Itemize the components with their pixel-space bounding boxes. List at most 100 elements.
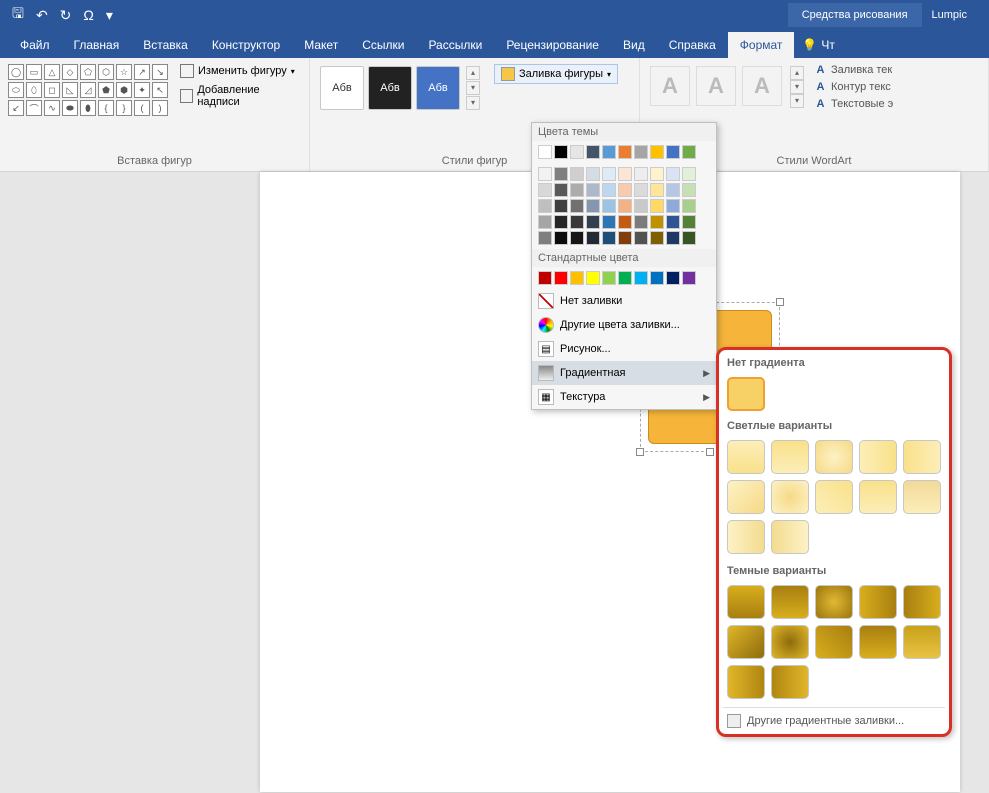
no-gradient-swatch[interactable] xyxy=(727,377,765,411)
gradient-swatch[interactable] xyxy=(727,440,765,474)
color-swatch[interactable] xyxy=(570,215,584,229)
shape-thumb[interactable]: ↖ xyxy=(152,82,168,98)
more-gradients-item[interactable]: Другие градиентные заливки... xyxy=(723,707,945,730)
shape-thumb[interactable]: △ xyxy=(44,64,60,80)
color-swatch[interactable] xyxy=(586,167,600,181)
color-swatch[interactable] xyxy=(650,231,664,245)
edit-shape-button[interactable]: Изменить фигуру ▾ xyxy=(176,62,303,80)
shape-thumb[interactable]: ✦ xyxy=(134,82,150,98)
scroll-up-icon[interactable]: ▴ xyxy=(466,66,480,80)
style-swatch[interactable]: Абв xyxy=(416,66,460,110)
color-swatch[interactable] xyxy=(618,199,632,213)
tab-view[interactable]: Вид xyxy=(611,32,657,58)
color-swatch[interactable] xyxy=(538,199,552,213)
shape-thumb[interactable]: ◻ xyxy=(44,82,60,98)
color-swatch[interactable] xyxy=(666,271,680,285)
tab-mailings[interactable]: Рассылки xyxy=(416,32,494,58)
color-swatch[interactable] xyxy=(586,231,600,245)
gradient-swatch[interactable] xyxy=(815,585,853,619)
shape-thumb[interactable]: ⬢ xyxy=(116,82,132,98)
wordart-swatch[interactable]: A xyxy=(650,66,690,106)
tab-insert[interactable]: Вставка xyxy=(131,32,200,58)
shape-styles-gallery[interactable]: Абв Абв Абв ▴ ▾ ▾ xyxy=(316,62,484,114)
color-swatch[interactable] xyxy=(538,183,552,197)
color-swatch[interactable] xyxy=(570,183,584,197)
shape-thumb[interactable]: ⬬ xyxy=(62,100,78,116)
color-swatch[interactable] xyxy=(650,215,664,229)
color-swatch[interactable] xyxy=(570,145,584,159)
color-swatch[interactable] xyxy=(586,199,600,213)
gradient-swatch[interactable] xyxy=(727,520,765,554)
color-swatch[interactable] xyxy=(650,183,664,197)
color-swatch[interactable] xyxy=(554,145,568,159)
color-swatch[interactable] xyxy=(666,215,680,229)
gradient-swatch[interactable] xyxy=(859,440,897,474)
color-swatch[interactable] xyxy=(570,199,584,213)
color-swatch[interactable] xyxy=(682,199,696,213)
color-swatch[interactable] xyxy=(618,167,632,181)
tell-me-search[interactable]: 💡 Чт xyxy=(794,32,842,58)
resize-handle[interactable] xyxy=(776,298,784,306)
color-swatch[interactable] xyxy=(554,215,568,229)
color-swatch[interactable] xyxy=(666,183,680,197)
resize-handle[interactable] xyxy=(706,448,714,456)
color-swatch[interactable] xyxy=(538,145,552,159)
color-swatch[interactable] xyxy=(618,231,632,245)
text-box-button[interactable]: Добавление надписи xyxy=(176,82,303,110)
shape-thumb[interactable]: ↗ xyxy=(134,64,150,80)
color-swatch[interactable] xyxy=(618,271,632,285)
color-swatch[interactable] xyxy=(602,231,616,245)
color-swatch[interactable] xyxy=(666,167,680,181)
qat-customize-icon[interactable]: ▾ xyxy=(106,7,113,24)
color-swatch[interactable] xyxy=(634,167,648,181)
color-swatch[interactable] xyxy=(538,231,552,245)
gallery-scroll[interactable]: ▴ ▾ ▾ xyxy=(466,66,480,110)
shape-thumb[interactable]: ⬭ xyxy=(8,82,24,98)
tab-review[interactable]: Рецензирование xyxy=(494,32,611,58)
color-swatch[interactable] xyxy=(570,271,584,285)
gradient-swatch[interactable] xyxy=(815,480,853,514)
shape-thumb[interactable]: ◇ xyxy=(62,64,78,80)
color-swatch[interactable] xyxy=(682,271,696,285)
color-swatch[interactable] xyxy=(682,231,696,245)
wordart-gallery[interactable]: A A A ▴ ▾ ▾ xyxy=(646,62,808,112)
gradient-swatch[interactable] xyxy=(727,480,765,514)
gradient-swatch[interactable] xyxy=(771,480,809,514)
redo-icon[interactable]: ↻ xyxy=(60,7,72,24)
gradient-swatch[interactable] xyxy=(903,625,941,659)
shape-thumb[interactable]: ⬮ xyxy=(80,100,96,116)
gradient-swatch[interactable] xyxy=(771,625,809,659)
resize-handle[interactable] xyxy=(636,448,644,456)
text-fill-button[interactable]: AЗаливка тек xyxy=(812,62,895,77)
tab-references[interactable]: Ссылки xyxy=(350,32,416,58)
shape-thumb[interactable]: ▭ xyxy=(26,64,42,80)
gallery-expand-icon[interactable]: ▾ xyxy=(790,94,804,108)
text-effects-button[interactable]: AТекстовые э xyxy=(812,96,895,111)
more-colors-item[interactable]: Другие цвета заливки... xyxy=(532,313,716,337)
scroll-up-icon[interactable]: ▴ xyxy=(790,66,804,80)
shape-thumb[interactable]: } xyxy=(116,100,132,116)
gradient-swatch[interactable] xyxy=(771,520,809,554)
color-swatch[interactable] xyxy=(634,199,648,213)
gradient-swatch[interactable] xyxy=(903,585,941,619)
shape-thumb[interactable]: ☆ xyxy=(116,64,132,80)
color-swatch[interactable] xyxy=(602,145,616,159)
color-swatch[interactable] xyxy=(554,271,568,285)
texture-fill-item[interactable]: ▦ Текстура ▶ xyxy=(532,385,716,409)
color-swatch[interactable] xyxy=(538,167,552,181)
color-swatch[interactable] xyxy=(634,231,648,245)
shape-thumb[interactable]: ⌒ xyxy=(26,100,42,116)
gradient-swatch[interactable] xyxy=(859,480,897,514)
color-swatch[interactable] xyxy=(634,215,648,229)
color-swatch[interactable] xyxy=(602,271,616,285)
scroll-down-icon[interactable]: ▾ xyxy=(466,81,480,95)
color-swatch[interactable] xyxy=(666,145,680,159)
color-swatch[interactable] xyxy=(682,183,696,197)
color-swatch[interactable] xyxy=(634,183,648,197)
color-swatch[interactable] xyxy=(586,215,600,229)
gallery-expand-icon[interactable]: ▾ xyxy=(466,96,480,110)
color-swatch[interactable] xyxy=(682,145,696,159)
color-swatch[interactable] xyxy=(586,145,600,159)
wordart-swatch[interactable]: A xyxy=(742,66,782,106)
no-fill-item[interactable]: Нет заливки xyxy=(532,289,716,313)
